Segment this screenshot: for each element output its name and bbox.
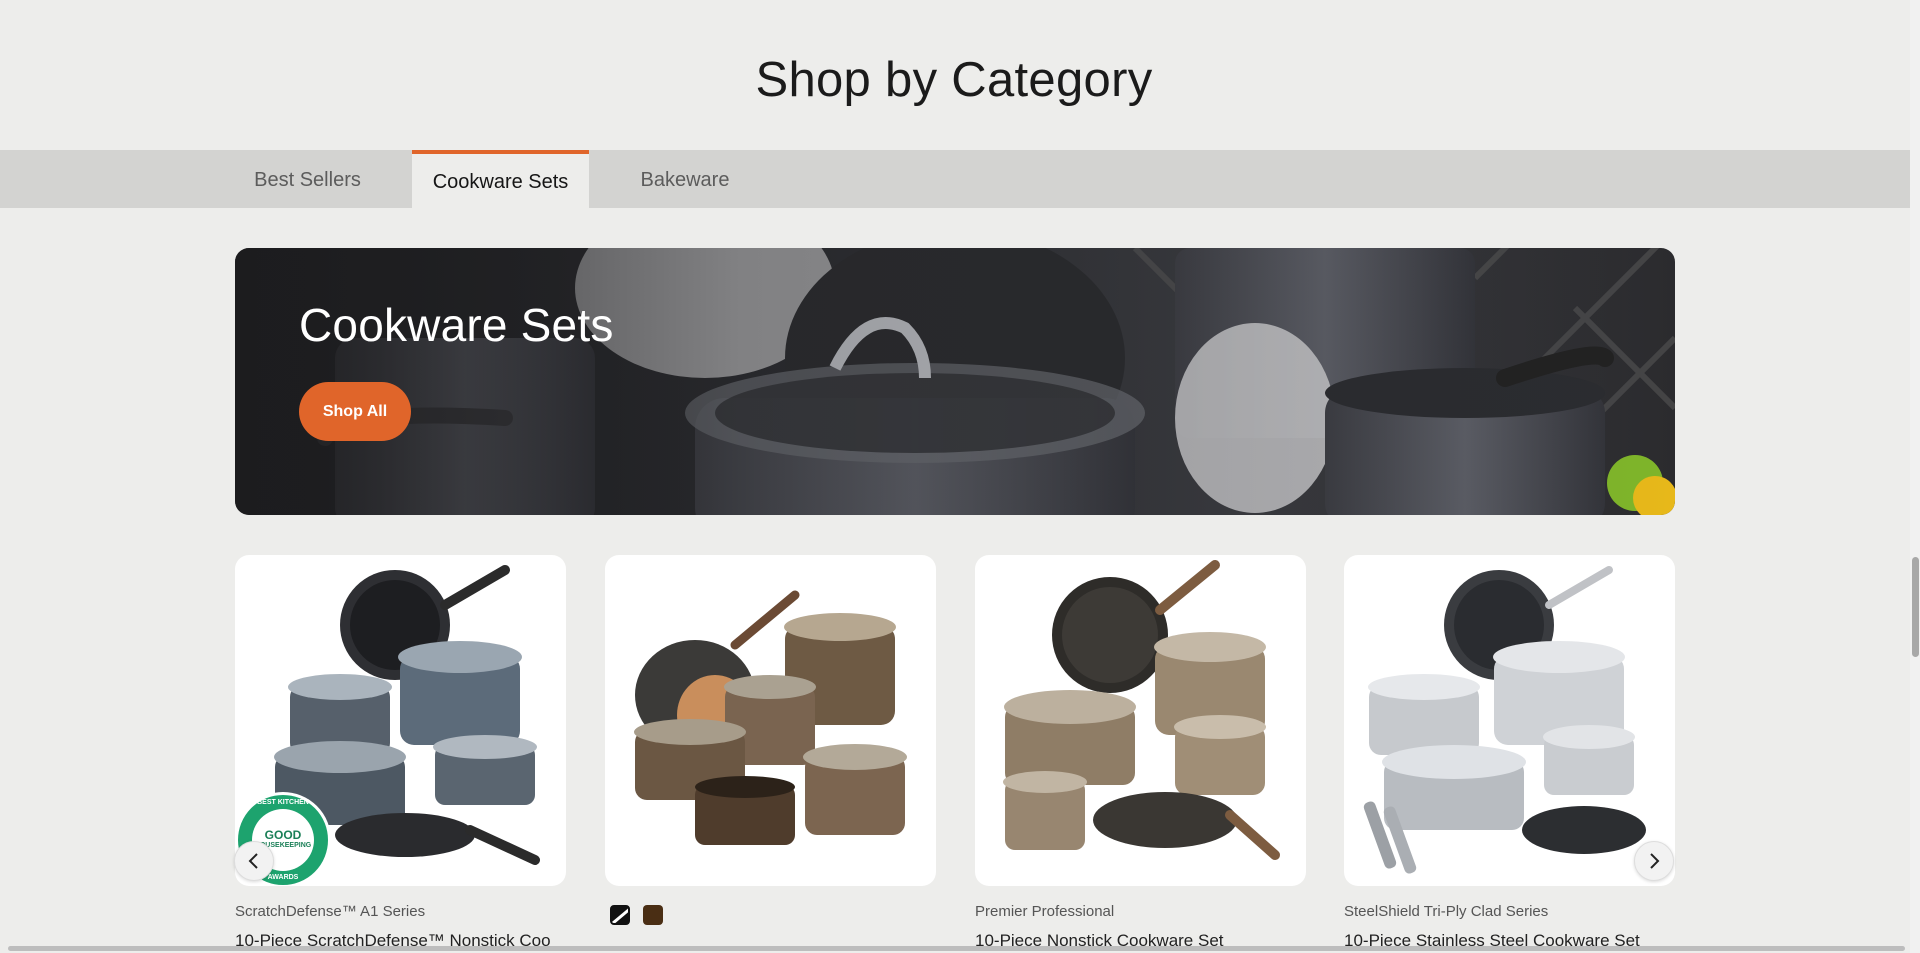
hero-cookware-image <box>235 248 1675 515</box>
tab-best-sellers[interactable]: Best Sellers <box>235 150 380 208</box>
badge-top-text: BEST KITCHEN <box>257 799 309 806</box>
color-swatch-bronze[interactable] <box>643 905 663 925</box>
product-series: Premier Professional <box>975 903 1115 920</box>
vertical-scrollbar-thumb[interactable] <box>1912 557 1919 657</box>
hero-banner: Cookware Sets Shop All <box>235 248 1675 515</box>
shop-all-button[interactable]: Shop All <box>299 382 411 441</box>
product-image <box>1363 566 1646 874</box>
product-series: SteelShield Tri-Ply Clad Series <box>1344 903 1549 920</box>
product-card[interactable] <box>975 555 1306 886</box>
product-card[interactable]: BEST KITCHEN GOOD HOUSEKEEPING AWARDS <box>235 555 566 886</box>
chevron-left-icon <box>248 853 258 869</box>
badge-good-text: GOOD <box>264 828 302 842</box>
category-tabs: Best Sellers Cookware Sets Bakeware <box>0 150 1910 208</box>
horizontal-scrollbar-thumb[interactable] <box>8 946 1905 951</box>
product-card[interactable] <box>1344 555 1675 886</box>
page-title: Shop by Category <box>755 53 1153 107</box>
carousel-prev-button[interactable] <box>234 841 274 881</box>
product-card[interactable] <box>605 555 936 886</box>
product-image <box>634 590 907 845</box>
hero-title: Cookware Sets <box>299 299 614 351</box>
vertical-scrollbar[interactable] <box>1910 0 1920 953</box>
chevron-right-icon <box>1650 853 1660 869</box>
color-swatch-black[interactable] <box>610 905 630 925</box>
tab-bakeware[interactable]: Bakeware <box>620 150 750 208</box>
product-series: ScratchDefense™ A1 Series <box>235 903 426 920</box>
tab-cookware-sets[interactable]: Cookware Sets <box>412 150 589 208</box>
product-image <box>1003 560 1280 860</box>
carousel-next-button[interactable] <box>1634 841 1674 881</box>
